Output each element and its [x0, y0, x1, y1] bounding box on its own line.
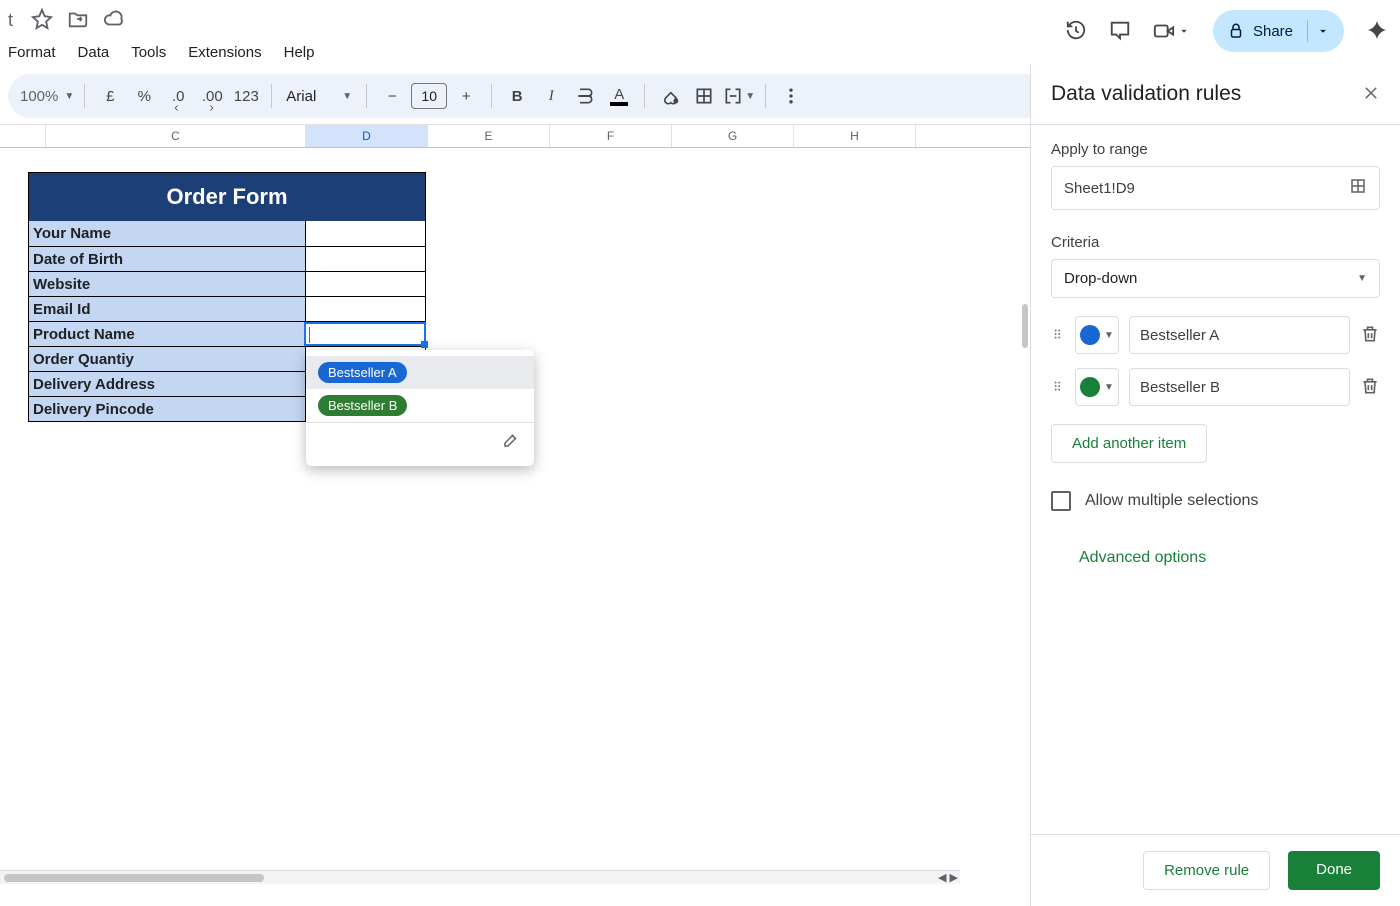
top-right-actions: Share — [1065, 6, 1388, 52]
font-size-decrease[interactable]: − — [377, 81, 407, 111]
history-icon[interactable] — [1065, 19, 1087, 44]
remove-rule-button[interactable]: Remove rule — [1143, 851, 1270, 890]
form-label: Email Id — [29, 297, 305, 321]
item-color-select[interactable]: ▼ — [1075, 368, 1119, 406]
delete-item-icon[interactable] — [1360, 376, 1380, 399]
criteria-label: Criteria — [1051, 234, 1380, 251]
drag-handle-icon[interactable] — [1051, 325, 1065, 346]
form-label: Product Name — [29, 322, 305, 346]
percent-button[interactable]: % — [129, 81, 159, 111]
menu-tools[interactable]: Tools — [131, 44, 166, 61]
star-icon[interactable] — [31, 8, 53, 33]
strikethrough-button[interactable] — [570, 81, 600, 111]
col-header-c[interactable]: C — [46, 125, 306, 147]
app-chrome: t Format Data Tools Extensions Help Shar… — [0, 0, 1400, 70]
item-color-select[interactable]: ▼ — [1075, 316, 1119, 354]
data-validation-panel: Data validation rules Apply to range She… — [1030, 64, 1400, 906]
borders-button[interactable] — [689, 81, 719, 111]
validation-item-row: ▼ — [1051, 368, 1380, 406]
merge-cells-button[interactable]: ▼ — [723, 81, 755, 111]
menu-extensions[interactable]: Extensions — [188, 44, 261, 61]
range-value: Sheet1!D9 — [1064, 180, 1135, 197]
dropdown-option-1[interactable]: Bestseller A — [306, 356, 534, 389]
col-header-d[interactable]: D — [306, 125, 428, 147]
item-value-input[interactable] — [1129, 316, 1350, 354]
delete-item-icon[interactable] — [1360, 324, 1380, 347]
panel-footer: Remove rule Done — [1031, 834, 1400, 906]
add-another-item-button[interactable]: Add another item — [1051, 424, 1207, 463]
drag-handle-icon[interactable] — [1051, 377, 1065, 398]
form-label: Delivery Pincode — [29, 397, 305, 421]
font-size-input[interactable]: 10 — [411, 83, 447, 109]
move-folder-icon[interactable] — [67, 8, 89, 33]
menu-format[interactable]: Format — [8, 44, 56, 61]
title-row: t — [8, 6, 314, 34]
form-label: Delivery Address — [29, 372, 305, 396]
col-header-f[interactable]: F — [550, 125, 672, 147]
col-header-h[interactable]: H — [794, 125, 916, 147]
allow-multiple-label: Allow multiple selections — [1085, 492, 1258, 510]
number-format-button[interactable]: 123 — [231, 81, 261, 111]
currency-button[interactable]: £ — [95, 81, 125, 111]
form-label: Website — [29, 272, 305, 296]
col-header-g[interactable]: G — [672, 125, 794, 147]
comments-icon[interactable] — [1109, 19, 1131, 44]
font-family-select[interactable]: Arial▼ — [282, 81, 356, 111]
font-size-increase[interactable]: + — [451, 81, 481, 111]
menu-bar: Format Data Tools Extensions Help — [8, 34, 314, 70]
vertical-scrollbar[interactable] — [1022, 304, 1028, 348]
chip-bestseller-b: Bestseller B — [318, 395, 407, 416]
chip-bestseller-a: Bestseller A — [318, 362, 407, 383]
criteria-select[interactable]: Drop-down ▼ — [1051, 259, 1380, 298]
cloud-status-icon[interactable] — [103, 8, 125, 33]
criteria-value: Drop-down — [1064, 270, 1137, 287]
col-header-e[interactable]: E — [428, 125, 550, 147]
meet-icon[interactable] — [1153, 20, 1191, 42]
dropdown-popup: Bestseller A Bestseller B — [306, 350, 534, 466]
share-label: Share — [1253, 23, 1293, 40]
close-panel-icon[interactable] — [1362, 84, 1380, 105]
checkbox-icon[interactable] — [1051, 491, 1071, 511]
dropdown-option-2[interactable]: Bestseller B — [306, 389, 534, 422]
text-color-button[interactable]: A — [604, 81, 634, 111]
panel-title: Data validation rules — [1051, 82, 1241, 106]
share-button[interactable]: Share — [1213, 10, 1344, 52]
order-form-title: Order Form — [29, 173, 425, 221]
done-button[interactable]: Done — [1288, 851, 1380, 890]
decrease-decimal-button[interactable]: .0 — [163, 81, 193, 111]
apply-range-input[interactable]: Sheet1!D9 — [1051, 166, 1380, 210]
zoom-select[interactable]: 100%▼ — [20, 81, 74, 111]
italic-button[interactable]: I — [536, 81, 566, 111]
advanced-options-toggle[interactable]: Advanced options — [1051, 549, 1380, 567]
increase-decimal-button[interactable]: .00 — [197, 81, 227, 111]
validation-item-row: ▼ — [1051, 316, 1380, 354]
menu-help[interactable]: Help — [284, 44, 315, 61]
menu-data[interactable]: Data — [78, 44, 110, 61]
form-label: Order Quantiy — [29, 347, 305, 371]
allow-multiple-row[interactable]: Allow multiple selections — [1051, 491, 1380, 511]
apply-range-label: Apply to range — [1051, 141, 1380, 158]
edit-dropdown-icon[interactable] — [502, 431, 520, 452]
form-label: Date of Birth — [29, 247, 305, 271]
horizontal-scrollbar[interactable]: ◀ ▶ — [0, 870, 960, 884]
bold-button[interactable]: B — [502, 81, 532, 111]
item-value-input[interactable] — [1129, 368, 1350, 406]
form-label: Your Name — [29, 221, 305, 246]
gemini-icon[interactable] — [1366, 19, 1388, 44]
range-select-icon[interactable] — [1349, 177, 1367, 199]
fill-color-button[interactable] — [655, 81, 685, 111]
selected-cell[interactable] — [304, 322, 426, 346]
more-options-button[interactable] — [776, 81, 806, 111]
doc-title-suffix[interactable]: t — [8, 10, 13, 31]
